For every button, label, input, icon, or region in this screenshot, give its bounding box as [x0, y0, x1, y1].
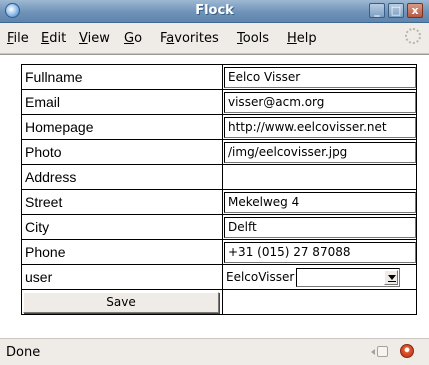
form-row-save: Save [21, 289, 417, 315]
form-row-address: Address [21, 164, 417, 190]
browser-window: Flock _ □ x File Edit View Go Favorites … [0, 0, 429, 365]
form-row-city: City Delft [21, 214, 417, 240]
throbber-icon [405, 28, 421, 44]
address-empty-cell [222, 164, 417, 190]
email-input[interactable]: visser@acm.org [224, 91, 416, 113]
fullname-input[interactable]: Eelco Visser [224, 66, 416, 88]
form-row-email: Email visser@acm.org [21, 89, 417, 115]
menu-favorites[interactable]: Favorites [160, 31, 219, 46]
form-row-photo: Photo /img/eelcovisser.jpg [21, 139, 417, 165]
field-label: Homepage [21, 114, 223, 140]
save-row-empty-cell [222, 289, 417, 315]
phone-input[interactable]: +31 (015) 27 87088 [224, 241, 416, 263]
page-info-icon[interactable] [377, 346, 388, 357]
field-label: Photo [21, 139, 223, 165]
menu-help[interactable]: Help [287, 31, 317, 46]
user-select[interactable] [296, 267, 401, 287]
field-label: user [21, 264, 223, 290]
form-row-homepage: Homepage http://www.eelcovisser.net [21, 114, 417, 140]
page-content: Fullname Eelco Visser Email visser@acm.o… [0, 54, 429, 338]
form-row-street: Street Mekelweg 4 [21, 189, 417, 215]
form-row-fullname: Fullname Eelco Visser [21, 64, 417, 90]
menu-go[interactable]: Go [124, 31, 142, 46]
close-button[interactable]: x [407, 3, 423, 18]
user-name-text: EelcoVisser [226, 270, 295, 284]
status-text: Done [6, 345, 41, 360]
minimize-button[interactable]: _ [369, 3, 385, 18]
maximize-button[interactable]: □ [388, 3, 404, 18]
menu-view[interactable]: View [79, 31, 110, 46]
title-bar[interactable]: Flock _ □ x [0, 0, 429, 23]
menu-tools[interactable]: Tools [237, 31, 269, 46]
field-label: Email [21, 89, 223, 115]
photo-input[interactable]: /img/eelcovisser.jpg [224, 141, 416, 163]
field-label: Street [21, 189, 223, 215]
menu-file[interactable]: File [7, 31, 29, 46]
dropdown-arrow-icon[interactable] [384, 269, 399, 285]
flock-status-icon[interactable] [400, 344, 414, 358]
field-label: Address [21, 164, 223, 190]
arrow-left-icon [371, 349, 375, 355]
street-input[interactable]: Mekelweg 4 [224, 191, 416, 213]
save-button[interactable]: Save [23, 291, 219, 313]
menu-bar: File Edit View Go Favorites Tools Help [0, 23, 429, 54]
field-label: Phone [21, 239, 223, 265]
menu-edit[interactable]: Edit [41, 31, 66, 46]
window-title: Flock [195, 3, 234, 18]
homepage-input[interactable]: http://www.eelcovisser.net [224, 116, 416, 138]
user-form-table: Fullname Eelco Visser Email visser@acm.o… [21, 64, 417, 315]
form-row-user: user EelcoVisser [21, 264, 417, 290]
city-input[interactable]: Delft [224, 216, 416, 238]
field-label: Fullname [21, 64, 223, 90]
status-bar: Done [0, 338, 429, 365]
field-label: City [21, 214, 223, 240]
form-row-phone: Phone +31 (015) 27 87088 [21, 239, 417, 265]
